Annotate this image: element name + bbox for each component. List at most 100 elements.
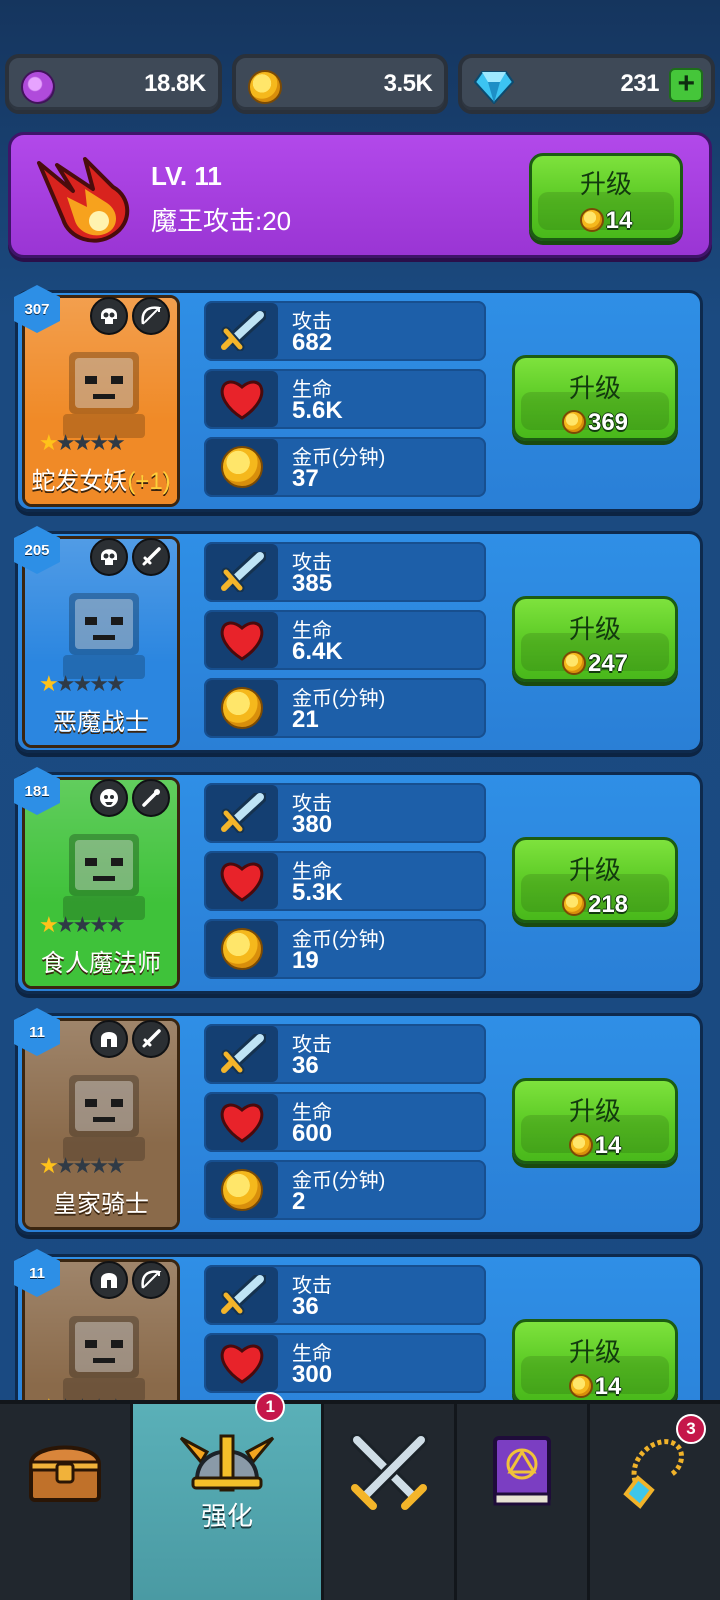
hero-name: 食人魔法师 [41, 950, 161, 977]
hero-name: 蛇发女妖 [31, 468, 128, 495]
gold-coin-icon [568, 1133, 593, 1157]
hero-gold-stat: 金币(分钟) 19 [204, 919, 486, 979]
hero-attack-stat: 攻击 682 [204, 301, 486, 361]
hero-avatar [63, 593, 145, 679]
attack-icon [221, 1034, 266, 1074]
heart-icon [220, 1344, 264, 1384]
gold-coin-icon [579, 208, 604, 232]
hp-value: 5.3K [292, 879, 343, 906]
gold-coin-icon [561, 651, 586, 675]
hero-avatar [63, 352, 145, 438]
tab-spellbook[interactable] [457, 1404, 591, 1600]
bow-icon [132, 1261, 170, 1299]
gold-coin-icon [221, 1169, 263, 1211]
hero-attack-stat: 攻击 380 [204, 783, 486, 843]
sword-icon [132, 538, 170, 576]
hero-stars: ★★★★★ [39, 912, 126, 938]
equipment-notification-badge: 3 [675, 1414, 706, 1444]
wand-icon [132, 779, 170, 817]
crossed-swords-icon [350, 1434, 429, 1510]
gold-coin-icon [561, 892, 586, 916]
hero-gold-stat: 金币(分钟) 2 [204, 1160, 486, 1220]
hero-card[interactable]: ★★★★★ 恶魔战士 205 攻击 385 生命 6.4K 金币(分钟) 21 … [14, 526, 703, 753]
gold-currency: 3.5K [231, 54, 449, 114]
hero-avatar [63, 1075, 145, 1161]
hero-card[interactable]: ★★★★★ 蛇发女妖(+1) 307 攻击 682 生命 5.6K 金币(分钟)… [14, 285, 703, 512]
star-icon: ★ [89, 671, 109, 696]
star-icon: ★ [72, 912, 92, 937]
treasure-chest-icon [28, 1445, 101, 1502]
orb-amount: 18.8K [144, 70, 206, 97]
upgrade-cost: 218 [587, 891, 629, 918]
upgrade-label: 升级 [568, 855, 621, 885]
hero-hp-stat: 生命 6.4K [204, 610, 486, 670]
bow-icon [132, 297, 170, 335]
upgrade-label: 升级 [568, 373, 621, 403]
star-icon: ★ [89, 430, 109, 455]
hero-stars: ★★★★★ [39, 1153, 126, 1179]
heart-icon [220, 380, 264, 420]
gold-coin-icon [561, 410, 586, 434]
gold-value: 19 [292, 947, 319, 974]
hp-value: 300 [292, 1361, 333, 1388]
star-icon: ★ [39, 912, 59, 937]
sword-icon [132, 1020, 170, 1058]
hp-value: 6.4K [292, 638, 343, 665]
boss-attack-value: 魔王攻击:20 [151, 206, 292, 236]
star-icon: ★ [72, 430, 92, 455]
hero-gold-stat: 金币(分钟) 21 [204, 678, 486, 738]
tab-upgrade-label: 强化 [201, 1501, 254, 1531]
upgrade-cost: 14 [605, 207, 633, 234]
add-gems-button[interactable]: + [669, 68, 704, 102]
star-icon: ★ [89, 912, 109, 937]
heart-icon [220, 862, 264, 902]
gem-currency: 231 + [458, 54, 716, 114]
upgrade-label: 升级 [579, 169, 632, 199]
tab-upgrade[interactable]: 强化 1 [132, 1392, 325, 1600]
hero-card[interactable]: ★★★★★ 食人魔法师 181 攻击 380 生命 5.3K 金币(分钟) 19… [14, 767, 703, 994]
hero-bonus: (+1) [127, 468, 171, 495]
hero-avatar [63, 834, 145, 920]
star-icon: ★ [55, 912, 76, 937]
viking-helmet-icon [179, 1434, 275, 1492]
hero-attack-stat: 攻击 36 [204, 1024, 486, 1084]
hero-stars: ★★★★★ [39, 430, 126, 456]
hero-attack-stat: 攻击 36 [204, 1265, 486, 1325]
helmet-icon [90, 1020, 128, 1058]
hero-upgrade-button[interactable]: 升级 247 [512, 596, 678, 682]
skull-icon [90, 297, 128, 335]
attack-value: 36 [292, 1293, 319, 1320]
diamond-icon [474, 70, 515, 111]
hero-avatar [63, 1316, 145, 1402]
gold-value: 2 [292, 1188, 306, 1215]
tab-chest[interactable] [0, 1404, 133, 1600]
upgrade-label: 升级 [568, 614, 621, 644]
star-icon: ★ [72, 1153, 92, 1178]
gold-coin-icon [221, 928, 263, 970]
hero-upgrade-button[interactable]: 升级 14 [512, 1319, 678, 1405]
tab-equipment[interactable]: 3 [590, 1404, 720, 1600]
hero-upgrade-button[interactable]: 升级 369 [512, 355, 678, 441]
star-icon: ★ [55, 430, 76, 455]
skull-icon [90, 538, 128, 576]
hero-attack-stat: 攻击 385 [204, 542, 486, 602]
purple-orb-icon [21, 70, 55, 104]
attack-value: 380 [292, 811, 333, 838]
star-icon: ★ [55, 1153, 76, 1178]
attack-icon [221, 552, 266, 592]
star-icon: ★ [72, 671, 92, 696]
heart-icon [220, 1103, 264, 1143]
hero-stars: ★★★★★ [39, 671, 126, 697]
upgrade-notification-badge: 1 [255, 1392, 286, 1422]
attack-icon [221, 793, 266, 833]
star-icon: ★ [89, 1153, 109, 1178]
hero-card[interactable]: ★★★★★ 皇家骑士 11 攻击 36 生命 600 金币(分钟) 2 升级 1… [14, 1008, 703, 1235]
hero-upgrade-button[interactable]: 升级 218 [512, 837, 678, 923]
tab-battle[interactable] [324, 1404, 458, 1600]
gold-coin-icon [221, 446, 263, 488]
upgrade-cost: 247 [587, 650, 629, 677]
star-icon: ★ [105, 1153, 126, 1178]
boss-upgrade-button[interactable]: 升级 14 [529, 153, 683, 241]
hero-upgrade-button[interactable]: 升级 14 [512, 1078, 678, 1164]
gold-coin-icon [568, 1374, 593, 1398]
